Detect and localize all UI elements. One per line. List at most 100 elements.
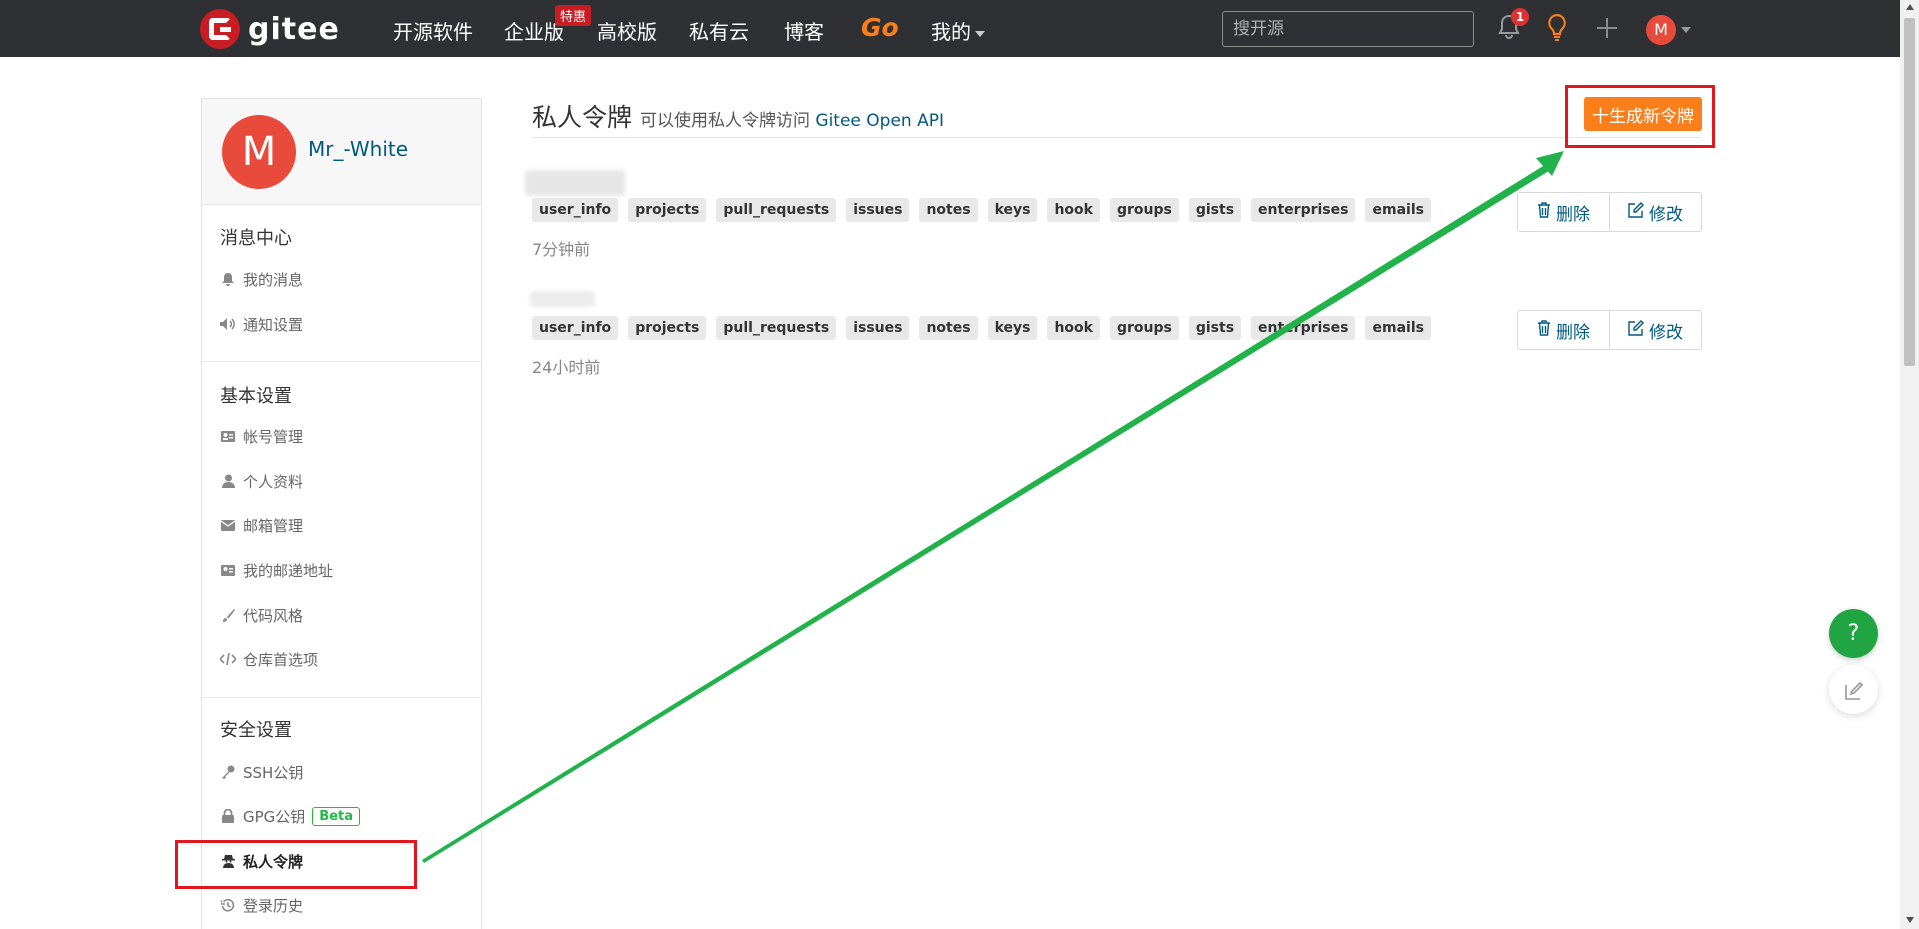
speaker-icon [220, 316, 236, 332]
nav-mine-label: 我的 [931, 20, 971, 44]
avatar[interactable]: M [222, 115, 296, 189]
scope-tag: enterprises [1251, 316, 1356, 340]
code-icon [220, 651, 236, 667]
sidebar-item-mailing-address[interactable]: 我的邮递地址 [220, 559, 333, 581]
logo-text: gitee [248, 11, 340, 47]
sidebar-item-gpg-keys[interactable]: GPG公钥 Beta [220, 805, 361, 827]
sidebar-item-account[interactable]: 帐号管理 [220, 425, 303, 447]
scope-tag: projects [628, 198, 707, 222]
history-icon [220, 897, 236, 913]
scroll-up-arrow-icon[interactable] [1906, 4, 1914, 10]
sidebar-item-label: 邮箱管理 [243, 516, 304, 535]
token-actions: 删除 修改 [1517, 310, 1702, 350]
user-avatar[interactable]: M [1646, 15, 1676, 45]
sidebar-item-label: 帐号管理 [243, 427, 304, 446]
sidebar-item-label: 我的邮递地址 [243, 561, 334, 580]
settings-sidebar: M Mr_-White 消息中心 我的消息 通知设置 基本设置 帐号管理 个人资… [201, 98, 482, 929]
sidebar-item-email[interactable]: 邮箱管理 [220, 514, 303, 536]
delete-label: 删除 [1556, 322, 1590, 343]
section-basic-settings: 基本设置 帐号管理 个人资料 邮箱管理 我的邮递地址 代码风格 仓库首选项 [202, 362, 481, 698]
mail-icon [220, 517, 236, 533]
profile-username[interactable]: Mr_-White [308, 137, 408, 161]
sidebar-item-label: 登录历史 [243, 896, 304, 915]
sidebar-item-notification-settings[interactable]: 通知设置 [220, 313, 303, 335]
token-created-time: 24小时前 [532, 358, 601, 377]
scope-tag: notes [919, 198, 978, 222]
scope-tag: gists [1188, 198, 1242, 222]
feedback-button[interactable] [1829, 665, 1878, 714]
sidebar-item-repo-preferences[interactable]: 仓库首选项 [220, 648, 318, 670]
edit-token-button[interactable]: 修改 [1609, 193, 1701, 231]
page-scrollbar[interactable] [1900, 0, 1919, 929]
token-created-time: 7分钟前 [532, 240, 591, 259]
chevron-down-icon [975, 30, 985, 37]
nav-private-cloud[interactable]: 私有云 [689, 16, 749, 45]
scope-tag: issues [846, 316, 910, 340]
scope-tag: groups [1109, 198, 1179, 222]
notification-count-badge: 1 [1511, 8, 1529, 26]
scope-tag: emails [1365, 316, 1431, 340]
sidebar-item-code-style[interactable]: 代码风格 [220, 604, 303, 626]
annotation-highlight-personal-tokens [175, 840, 417, 889]
scope-tag: enterprises [1251, 198, 1356, 222]
id-card-icon [220, 428, 236, 444]
annotation-highlight-generate [1565, 85, 1715, 148]
scope-tag: hook [1047, 198, 1100, 222]
page-subtitle-text: 可以使用私人令牌访问 [640, 111, 810, 131]
token-scopes: user_info projects pull_requests issues … [532, 198, 1431, 222]
page-title: 私人令牌 [532, 103, 633, 132]
section-title: 安全设置 [220, 720, 292, 741]
user-icon [220, 473, 236, 489]
beta-badge: Beta [312, 806, 361, 826]
token-name-redacted [530, 291, 595, 307]
token-actions: 删除 修改 [1517, 192, 1702, 232]
delete-label: 删除 [1556, 204, 1590, 225]
nav-mine-dropdown[interactable]: 我的 [931, 16, 985, 45]
scope-tag: emails [1365, 198, 1431, 222]
sidebar-item-profile[interactable]: 个人资料 [220, 470, 303, 492]
delete-token-button[interactable]: 删除 [1518, 193, 1609, 231]
address-card-icon [220, 562, 236, 578]
gitee-logo[interactable]: gitee [200, 9, 340, 49]
sidebar-item-label: GPG公钥 [243, 807, 306, 826]
scope-tag: hook [1047, 316, 1100, 340]
gitee-logo-icon [200, 9, 240, 49]
section-message-center: 消息中心 我的消息 通知设置 [202, 205, 481, 362]
key-icon [220, 764, 236, 780]
feedback-edit-icon [1844, 677, 1864, 701]
nav-university[interactable]: 高校版 [597, 16, 657, 45]
profile-card: M Mr_-White [202, 99, 481, 205]
sidebar-item-label: 通知设置 [243, 315, 304, 334]
delete-token-button[interactable]: 删除 [1518, 311, 1609, 349]
edit-label: 修改 [1649, 204, 1683, 225]
search-input[interactable] [1222, 11, 1474, 47]
scope-tag: issues [846, 198, 910, 222]
sidebar-item-login-history[interactable]: 登录历史 [220, 894, 303, 916]
lightbulb-icon[interactable] [1546, 13, 1568, 47]
edit-icon [1628, 202, 1644, 222]
nav-open-source[interactable]: 开源软件 [393, 16, 473, 45]
sidebar-item-my-messages[interactable]: 我的消息 [220, 268, 303, 290]
scroll-down-arrow-icon[interactable] [1906, 917, 1914, 923]
chevron-down-icon[interactable] [1681, 27, 1691, 33]
scope-tag: groups [1109, 316, 1179, 340]
sidebar-item-ssh-keys[interactable]: SSH公钥 [220, 761, 303, 783]
section-title: 基本设置 [220, 386, 292, 407]
scope-tag: keys [987, 198, 1038, 222]
scope-tag: pull_requests [716, 316, 837, 340]
help-button[interactable]: ? [1829, 609, 1878, 658]
enterprise-promo-badge: 特惠 [555, 5, 592, 26]
title-divider [532, 137, 1702, 138]
top-navbar: gitee 开源软件 企业版 特惠 高校版 私有云 博客 Go 我的 1 M [0, 0, 1900, 57]
scrollbar-thumb[interactable] [1904, 18, 1915, 366]
token-scopes: user_info projects pull_requests issues … [532, 316, 1431, 340]
open-api-link[interactable]: Gitee Open API [815, 111, 944, 131]
brush-icon [220, 607, 236, 623]
edit-token-button[interactable]: 修改 [1609, 311, 1701, 349]
sidebar-item-label: 我的消息 [243, 270, 304, 289]
nav-blog[interactable]: 博客 [784, 16, 824, 45]
scope-tag: user_info [532, 198, 619, 222]
edit-icon [1628, 320, 1644, 340]
nav-go[interactable]: Go [861, 13, 899, 42]
plus-icon[interactable] [1596, 17, 1618, 43]
